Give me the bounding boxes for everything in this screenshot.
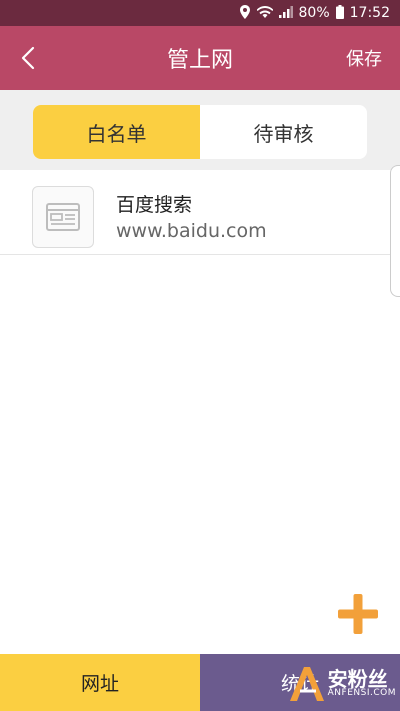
tab-pending-review[interactable]: 待审核 [200,105,367,159]
site-url: www.baidu.com [116,220,267,242]
site-list: 百度搜索 www.baidu.com [0,170,400,255]
segmented-control: 白名单 待审核 [33,105,367,159]
add-button[interactable] [338,594,378,634]
plus-icon [338,594,378,634]
segment-area: 白名单 待审核 [0,90,400,170]
edge-panel-handle[interactable] [390,165,400,297]
nav-tab-statistics[interactable]: 统计 [200,654,400,711]
site-name: 百度搜索 [116,194,193,216]
wifi-icon [256,6,273,20]
status-bar: 80% 17:52 [0,0,400,26]
page-title: 管上网 [166,48,233,73]
nav-tab-urls[interactable]: 网址 [0,654,200,711]
tab-whitelist[interactable]: 白名单 [33,105,200,159]
app-bar: 管上网 保存 [0,26,400,90]
list-item[interactable]: 百度搜索 www.baidu.com [0,170,400,255]
clock: 17:52 [349,5,390,21]
battery-icon [335,5,344,21]
bottom-nav: 网址 统计 [0,654,400,711]
save-button[interactable]: 保存 [346,26,382,90]
battery-percent: 80% [298,5,330,21]
signal-icon [278,6,293,20]
location-icon [239,5,251,21]
website-icon [32,186,94,248]
